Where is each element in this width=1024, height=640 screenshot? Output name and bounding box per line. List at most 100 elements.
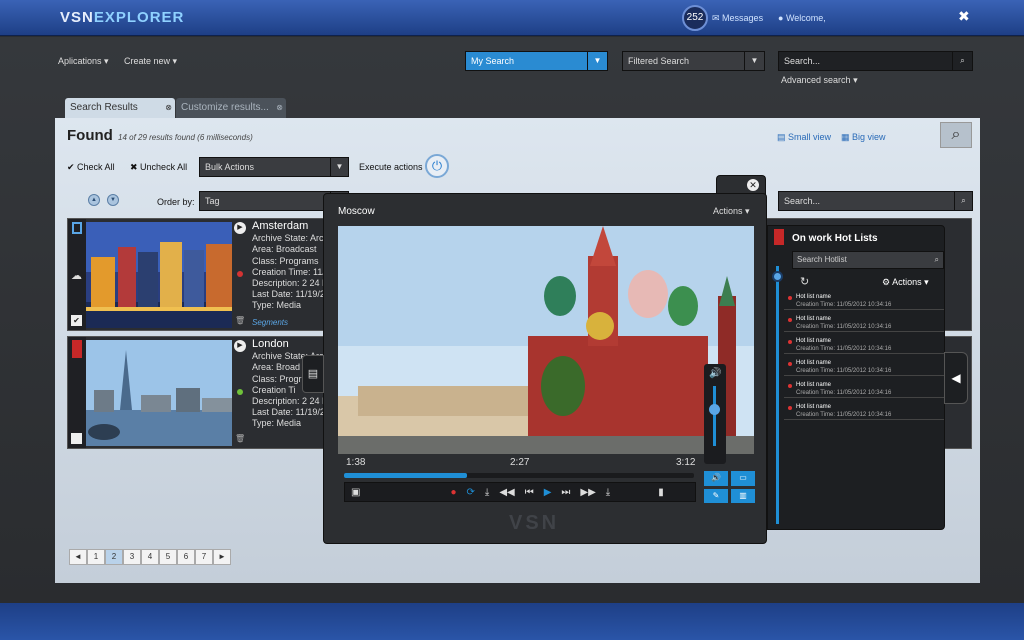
chevron-down-icon: ▾ <box>104 56 109 66</box>
play-icon[interactable]: ▶ <box>234 222 246 234</box>
amsterdam-thumbnail[interactable] <box>86 222 232 328</box>
close-icon[interactable]: ⊗ <box>165 98 172 118</box>
messages-link[interactable]: ✉ Messages <box>712 13 763 24</box>
trash-icon[interactable]: 🗑 <box>235 434 245 443</box>
step-forward-icon[interactable]: ⏭ <box>561 487 570 498</box>
player-side-buttons: 🔊 ▭ ✎ ▥ <box>704 471 756 503</box>
hotlist-entry-created: Creation Time: 11/05/2012 10:34:16 <box>796 368 892 374</box>
hotlist-entry-name: Hot list name <box>796 382 832 388</box>
create-new-menu[interactable]: Create new ▾ <box>124 56 177 67</box>
hotlist-entry[interactable]: Hot list name Creation Time: 11/05/2012 1… <box>784 357 944 376</box>
filtered-search-select[interactable]: Filtered Search ▼ <box>622 51 765 71</box>
hotlist-entry[interactable]: Hot list name Creation Time: 11/05/2012 1… <box>784 313 944 332</box>
search-icon[interactable]: ⌕ <box>935 252 939 268</box>
comment-button[interactable]: ✎ <box>704 488 728 503</box>
global-search-input[interactable]: Search... ⌕ <box>778 51 973 71</box>
power-icon[interactable]: ⏻ <box>425 154 449 178</box>
page-button[interactable]: 7 <box>195 549 213 565</box>
hotlist-collapse-button[interactable]: ◀ <box>944 352 968 404</box>
mark-out-icon[interactable]: ⤓ <box>606 487 610 498</box>
refresh-icon[interactable]: ↻ <box>800 275 809 288</box>
order-by-value: Tag <box>205 196 220 206</box>
settings-tools-icon[interactable]: ✖ <box>958 8 970 25</box>
uncheck-all-button[interactable]: ✖ Uncheck All <box>130 162 187 173</box>
page-button[interactable]: 3 <box>123 549 141 565</box>
page-button[interactable]: 6 <box>177 549 195 565</box>
page-button[interactable]: 1 <box>87 549 105 565</box>
hotlist-entry[interactable]: Hot list name Creation Time: 11/05/2012 1… <box>784 335 944 354</box>
rewind-icon[interactable]: ◀◀ <box>499 487 514 498</box>
top-bar: VSNEXPLORER 252 ✉ Messages ● Welcome, ✖ <box>0 0 1024 36</box>
notification-badge[interactable]: 252 <box>682 5 708 31</box>
chart-button[interactable]: ▥ <box>731 488 755 503</box>
sort-down-icon[interactable]: ▼ <box>107 194 119 206</box>
film-icon[interactable]: ▣ <box>351 487 360 498</box>
sort-up-icon[interactable]: ▲ <box>88 194 100 206</box>
play-icon[interactable]: ▶ <box>234 340 246 352</box>
page-button[interactable]: 5 <box>159 549 177 565</box>
bookmark-icon[interactable]: ▮ <box>658 487 664 498</box>
app-logo[interactable]: VSNEXPLORER <box>60 9 184 26</box>
video-frame[interactable] <box>338 226 754 454</box>
play-icon[interactable]: ▶ <box>544 487 552 498</box>
mark-in-icon[interactable]: ⤓ <box>485 487 489 498</box>
close-icon[interactable]: ✕ <box>747 179 759 191</box>
tab-search-results[interactable]: Search Results ⊗ <box>65 98 175 118</box>
advanced-search-label: Advanced search <box>781 75 851 85</box>
trash-icon[interactable]: 🗑 <box>235 316 245 325</box>
status-red-dot <box>788 340 792 344</box>
bulk-actions-select[interactable]: Bulk Actions ▼ <box>199 157 349 177</box>
tab-customize-results[interactable]: Customize results... ⊗ <box>176 98 286 118</box>
hotlist-entry-name: Hot list name <box>796 294 832 300</box>
hotlist-panel: On work Hot Lists Search Hotlist ⌕ ↻ ⚙ Ac… <box>767 225 945 530</box>
list-icon: ▤ <box>777 132 789 142</box>
time-start: 1:38 <box>346 457 366 468</box>
london-thumbnail[interactable] <box>86 340 232 446</box>
advanced-search-link[interactable]: Advanced search ▾ <box>781 75 858 86</box>
small-view-link[interactable]: ▤ Small view <box>777 132 831 143</box>
loop-icon[interactable]: ⟳ <box>467 487 475 498</box>
hotlist-actions-menu[interactable]: ⚙ Actions ▾ <box>882 277 929 288</box>
volume-icon[interactable]: 🔊 <box>709 368 721 379</box>
item-checkbox[interactable] <box>71 433 82 444</box>
progress-track[interactable] <box>344 473 694 478</box>
volume-track[interactable] <box>713 386 716 446</box>
volume-thumb[interactable] <box>709 404 720 415</box>
player-actions-menu[interactable]: Actions ▾ <box>713 206 750 217</box>
hotlist-scroll-thumb[interactable] <box>772 271 783 282</box>
gear-icon: ⚙ <box>882 277 893 287</box>
search-icon[interactable]: ⌕ <box>954 192 972 210</box>
check-all-button[interactable]: ✔ Check All <box>67 162 115 173</box>
results-search-input[interactable]: Search... ⌕ <box>778 191 973 211</box>
magnifier-icon: ⌕ <box>951 126 961 143</box>
hotlist-entry[interactable]: Hot list name Creation Time: 11/05/2012 1… <box>784 401 944 420</box>
screen-button[interactable]: ▭ <box>731 471 755 486</box>
search-toggle-button[interactable]: ⌕ <box>940 122 972 148</box>
hotlist-entry[interactable]: Hot list name Creation Time: 11/05/2012 1… <box>784 379 944 398</box>
hotlist-scroll-track[interactable] <box>776 266 779 524</box>
hotlist-entry[interactable]: Hot list name Creation Time: 11/05/2012 1… <box>784 291 944 310</box>
bookmark-icon[interactable] <box>72 340 82 358</box>
big-view-link[interactable]: ▦ Big view <box>841 132 886 143</box>
search-icon[interactable]: ⌕ <box>952 52 972 70</box>
audio-button[interactable]: 🔊 <box>704 471 728 486</box>
page-button[interactable]: 4 <box>141 549 159 565</box>
my-search-select[interactable]: My Search ▼ <box>465 51 608 71</box>
step-back-icon[interactable]: ⏮ <box>525 487 534 498</box>
segments-link[interactable]: Segments <box>252 318 288 327</box>
record-icon[interactable]: ● <box>450 487 456 498</box>
upload-icon[interactable]: ☁ <box>71 269 82 282</box>
applications-menu[interactable]: Aplications ▾ <box>58 56 109 67</box>
page-button-current[interactable]: 2 <box>105 549 123 565</box>
pagination-prev-button[interactable]: ◄ <box>69 549 87 565</box>
close-icon[interactable]: ⊗ <box>276 98 283 118</box>
chevron-down-icon: ▾ <box>853 75 858 85</box>
fast-forward-icon[interactable]: ▶▶ <box>580 487 595 498</box>
player-side-tab[interactable]: ▤ <box>302 355 324 393</box>
welcome-link[interactable]: ● Welcome, <box>778 13 826 23</box>
hotlist-search-input[interactable]: Search Hotlist ⌕ <box>792 251 944 269</box>
hotlist-entry-name: Hot list name <box>796 360 832 366</box>
item-checkbox[interactable]: ✔ <box>71 315 82 326</box>
pagination-next-button[interactable]: ► <box>213 549 231 565</box>
hotlist-entry-name: Hot list name <box>796 316 832 322</box>
